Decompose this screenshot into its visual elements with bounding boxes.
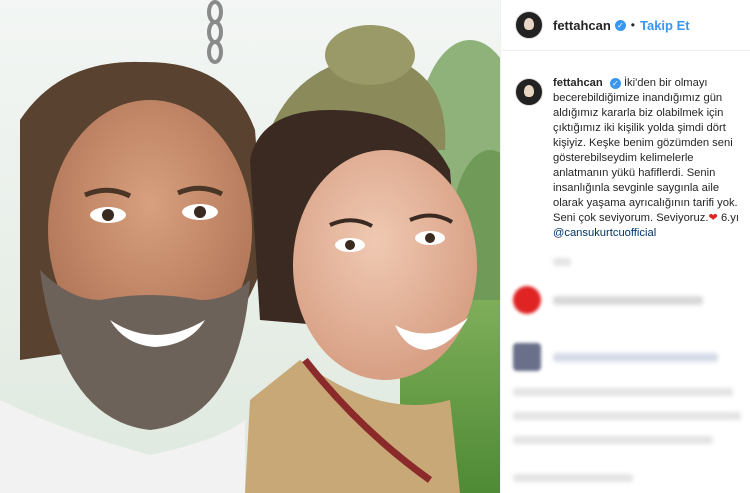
caption-username[interactable]: fettahcan <box>553 77 603 89</box>
comment-row <box>513 286 703 314</box>
couple-selfie-image <box>0 0 500 493</box>
caption-line: Seni çok seviyorum. Seviyoruz. <box>553 212 709 224</box>
blurred-comment <box>553 295 703 305</box>
caption-avatar[interactable] <box>515 78 543 106</box>
caption-line: insanlığınla sevginle saygınla aile <box>553 182 720 194</box>
blurred-comment-line <box>513 388 733 396</box>
blurred-comment-line <box>513 412 741 420</box>
comment-row <box>513 343 718 371</box>
heart-emoji-icon: ❤ <box>708 212 718 224</box>
blurred-time-label <box>553 258 571 266</box>
caption-line: becerebildiğimize inandığımız gün <box>553 92 723 104</box>
username-link[interactable]: fettahcan <box>553 18 611 33</box>
profile-avatar[interactable] <box>515 11 543 39</box>
caption-tail: 6.yı <box>720 212 739 224</box>
instagram-post: fettahcan ✓ • Takip Et fettahcan ✓ İki'd… <box>0 0 750 493</box>
post-photo[interactable] <box>0 0 500 493</box>
verified-badge-icon: ✓ <box>609 78 621 89</box>
caption-line: anlatmanın yükü hafiflerdi. Senin <box>553 167 716 179</box>
blurred-comment-line <box>513 474 633 482</box>
post-header: fettahcan ✓ • Takip Et <box>501 0 750 51</box>
caption-line: gösterebilseydim kelimelerle <box>553 152 694 164</box>
separator-dot: • <box>630 18 635 32</box>
caption-text: fettahcan ✓ İki'den bir olmayı becerebil… <box>553 76 750 241</box>
follow-button[interactable]: Takip Et <box>640 18 690 33</box>
caption-line: olarak yaşama ayrıcalığının tarifi yok. <box>553 197 738 209</box>
post-side-panel: fettahcan ✓ • Takip Et fettahcan ✓ İki'd… <box>500 0 750 493</box>
caption-line: İki'den bir olmayı <box>623 77 708 89</box>
caption-line: aldığımız kararla biz olabilmek için <box>553 107 724 119</box>
blurred-comment <box>553 352 718 362</box>
mention-link[interactable]: @cansukurtcuofficial <box>553 227 656 239</box>
verified-badge-icon: ✓ <box>614 19 626 31</box>
commenter-avatar[interactable] <box>513 343 541 371</box>
caption-line: kişiyiz. Keşke benim gözümden seni <box>553 137 733 149</box>
caption-line: çıktığımız iki kişilik yolda şimdi dört <box>553 122 726 134</box>
blurred-comment-line <box>513 436 713 444</box>
commenter-avatar[interactable] <box>513 286 541 314</box>
